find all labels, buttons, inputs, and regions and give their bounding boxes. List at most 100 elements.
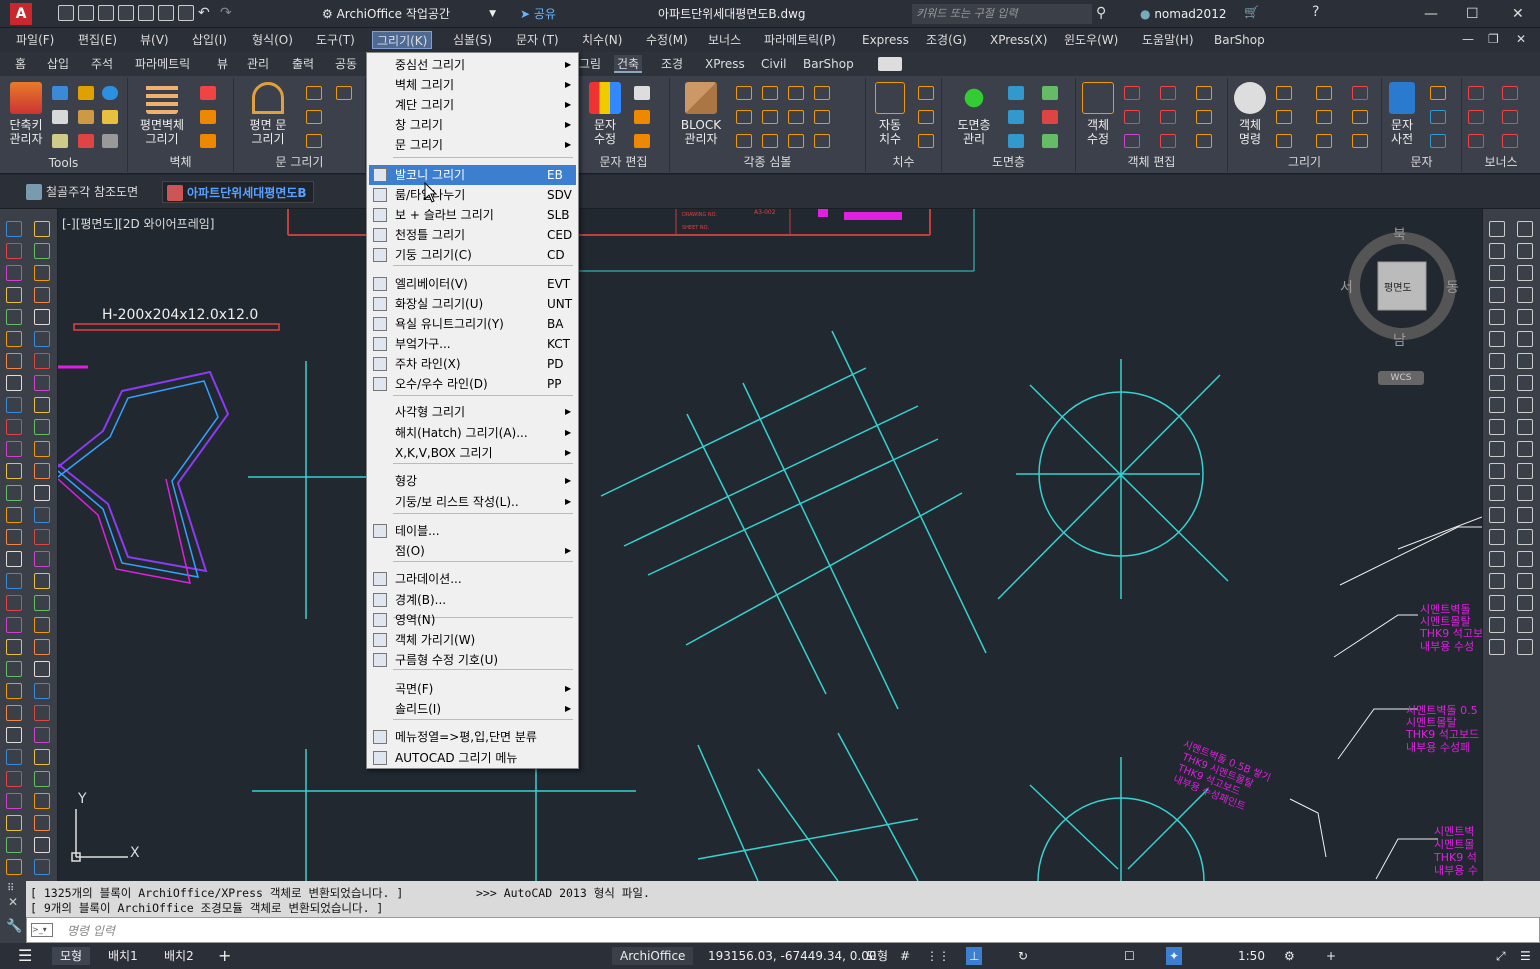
viewcube-south[interactable]: 남 [1393, 330, 1406, 350]
draw-8-icon[interactable] [1316, 134, 1332, 148]
symbol-8-icon[interactable] [814, 110, 830, 124]
scale-100-icon[interactable] [634, 86, 650, 100]
export-icon[interactable] [158, 5, 174, 21]
dim-edit-icon[interactable] [918, 134, 934, 148]
menu-bonus[interactable]: 보너스 [704, 31, 745, 49]
right-tool-icon[interactable] [1517, 617, 1533, 633]
left-tool-icon[interactable] [34, 573, 50, 589]
tab-manage[interactable]: 관리 [244, 55, 272, 73]
print-icon[interactable] [178, 5, 194, 21]
menu-item[interactable]: 곡면(F) ▶ [369, 679, 576, 699]
tab-view[interactable]: 뷰 [214, 55, 231, 73]
layout-icon[interactable] [52, 134, 68, 148]
edit-6-icon[interactable] [1196, 110, 1212, 124]
door-double-icon[interactable] [306, 134, 322, 148]
symbol-4-icon[interactable] [814, 86, 830, 100]
left-tool-icon[interactable] [34, 551, 50, 567]
right-tool-icon[interactable] [1517, 485, 1533, 501]
left-tool-icon[interactable] [34, 441, 50, 457]
info-icon[interactable] [102, 86, 118, 100]
left-tool-icon[interactable] [6, 859, 22, 875]
maximize-button[interactable]: ☐ [1466, 4, 1479, 24]
file-tab-active[interactable]: 아파트단위세대평면도B [162, 181, 314, 203]
cart-icon[interactable]: 🛒 [1244, 5, 1259, 19]
draw-1-icon[interactable] [1276, 86, 1292, 100]
wall-cut-icon[interactable] [200, 134, 216, 148]
menu-item[interactable]: 해치(Hatch) 그리기(A)... ▶ [369, 423, 576, 443]
left-tool-icon[interactable] [34, 353, 50, 369]
bonus-5-icon[interactable] [1468, 134, 1484, 148]
draw-5-icon[interactable] [1316, 110, 1332, 124]
wall-join-icon[interactable] [200, 110, 216, 124]
close-command-icon[interactable]: ✕ [8, 895, 18, 909]
edit-4-icon[interactable] [1124, 110, 1140, 124]
layer-freeze-icon[interactable] [1042, 86, 1058, 100]
right-tool-icon[interactable] [1489, 309, 1505, 325]
menu-item[interactable]: 중심선 그리기 ▶ [369, 55, 576, 75]
right-tool-icon[interactable] [1517, 265, 1533, 281]
text-w-icon[interactable] [634, 110, 650, 124]
ribbon-toggle-icon[interactable] [878, 57, 902, 71]
command-prompt-icon[interactable]: >_▾ [31, 923, 53, 937]
bonus-6-icon[interactable] [1502, 134, 1518, 148]
left-tool-icon[interactable] [6, 573, 22, 589]
layer-on-icon[interactable] [1008, 86, 1024, 100]
right-tool-icon[interactable] [1517, 529, 1533, 545]
right-tool-icon[interactable] [1489, 441, 1505, 457]
tab-output[interactable]: 출력 [289, 55, 317, 73]
bonus-3-icon[interactable] [1468, 110, 1484, 124]
menu-item[interactable]: 객체 가리기(W) [369, 630, 576, 650]
bonus-1-icon[interactable] [1468, 86, 1484, 100]
right-tool-icon[interactable] [1489, 419, 1505, 435]
viewcube-west[interactable]: 서 [1340, 277, 1353, 297]
user-account[interactable]: ● nomad2012 [1140, 4, 1226, 24]
auto-dimension-button[interactable]: 자동 치수 [868, 82, 912, 146]
menu-item[interactable]: 메뉴정열=>평,입,단면 분류 [369, 727, 576, 747]
right-tool-icon[interactable] [1489, 463, 1505, 479]
tab-collaborate[interactable]: 공동 [332, 55, 360, 73]
viewport-controls-label[interactable]: [-][평면도][2D 와이어프레임] [62, 215, 214, 232]
right-tool-icon[interactable] [1517, 419, 1533, 435]
new-file-icon[interactable] [58, 5, 74, 21]
left-tool-icon[interactable] [6, 661, 22, 677]
right-tool-icon[interactable] [1489, 243, 1505, 259]
menu-view[interactable]: 뷰(V) [136, 31, 173, 49]
text-3-icon[interactable] [1430, 134, 1446, 148]
left-tool-icon[interactable] [6, 221, 22, 237]
grid-icon[interactable]: # [900, 947, 910, 965]
viewcube-north[interactable]: 북 [1393, 224, 1406, 244]
help-icon[interactable]: ? [1312, 4, 1319, 20]
right-tool-icon[interactable] [1517, 551, 1533, 567]
left-tool-icon[interactable] [6, 705, 22, 721]
right-tool-icon[interactable] [1489, 265, 1505, 281]
layer-match-icon[interactable] [1042, 134, 1058, 148]
file-tab-reference[interactable]: 철골주각 참조도면 [22, 181, 144, 203]
left-tool-icon[interactable] [34, 507, 50, 523]
left-tool-icon[interactable] [34, 793, 50, 809]
left-tool-icon[interactable] [34, 375, 50, 391]
draw-4-icon[interactable] [1276, 110, 1292, 124]
text-1-icon[interactable] [1430, 86, 1446, 100]
tab-xpress[interactable]: XPress [702, 55, 748, 73]
edit-9-icon[interactable] [1196, 134, 1212, 148]
right-tool-icon[interactable] [1489, 617, 1505, 633]
menu-item[interactable]: 욕실 유니트그리기(Y) BA [369, 314, 576, 334]
left-tool-icon[interactable] [34, 221, 50, 237]
application-menu-button[interactable]: A [10, 3, 32, 25]
minimize-button[interactable]: — [1424, 4, 1438, 24]
text-ab-icon[interactable] [634, 134, 650, 148]
hamburger-icon[interactable]: ☰ [18, 947, 32, 965]
import-icon[interactable] [138, 5, 154, 21]
left-tool-icon[interactable] [6, 617, 22, 633]
left-tool-icon[interactable] [34, 705, 50, 721]
menu-item[interactable]: 그라데이션... [369, 569, 576, 589]
left-tool-icon[interactable] [34, 419, 50, 435]
door-slide-icon[interactable] [306, 110, 322, 124]
draw-7-icon[interactable] [1276, 134, 1292, 148]
object-modify-button[interactable]: 객체 수정 [1076, 82, 1120, 146]
left-tool-icon[interactable] [6, 441, 22, 457]
left-tool-icon[interactable] [34, 771, 50, 787]
right-tool-icon[interactable] [1489, 595, 1505, 611]
draw-6-icon[interactable] [1352, 110, 1368, 124]
tab-parametric[interactable]: 파라메트릭 [132, 55, 193, 73]
